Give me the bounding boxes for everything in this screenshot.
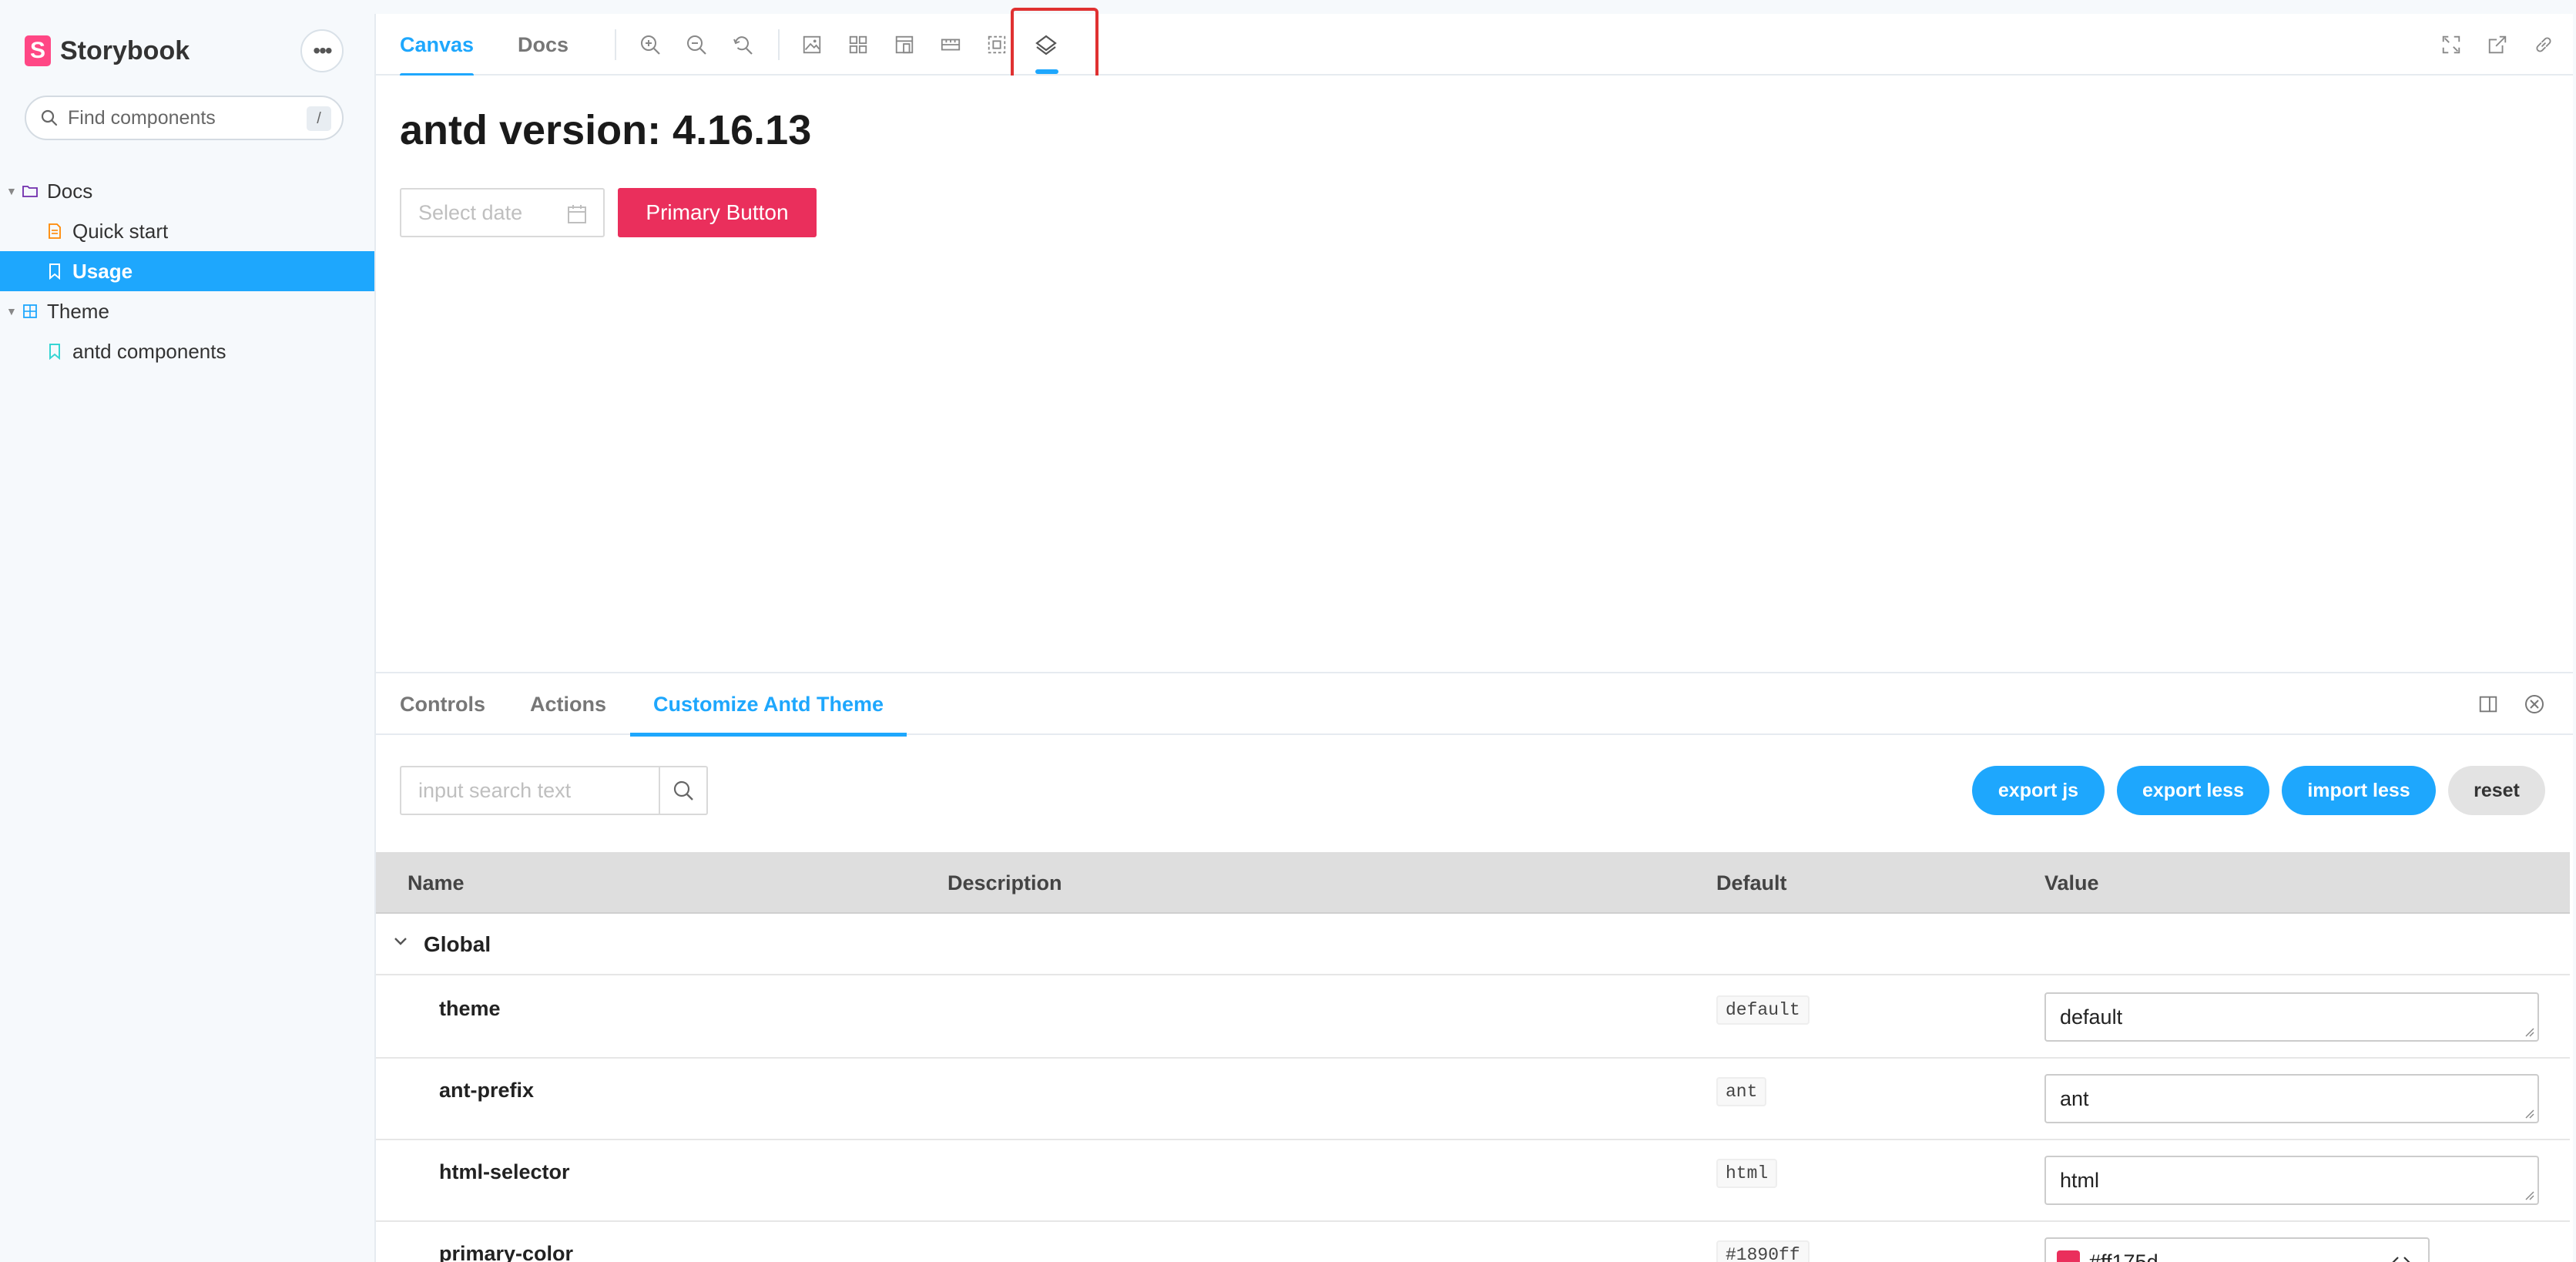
search-icon <box>673 780 693 800</box>
primary-button[interactable]: Primary Button <box>618 188 817 237</box>
column-description: Description <box>948 871 1062 894</box>
value-textarea[interactable]: html <box>2044 1156 2539 1205</box>
export-less-button[interactable]: export less <box>2117 766 2269 815</box>
table-row: ant-prefix ant ant <box>376 1059 2570 1140</box>
expanded-caret-icon: ▼ <box>6 185 17 197</box>
theme-search-button[interactable] <box>659 766 708 815</box>
toolbar-divider <box>615 29 616 60</box>
main-panel: Canvas Docs antd version: 4.16.13 Select… <box>374 8 2573 1262</box>
column-value: Value <box>2044 871 2099 894</box>
export-js-button[interactable]: export js <box>1972 766 2105 815</box>
zoom-reset-icon[interactable] <box>729 31 756 59</box>
storybook-brand[interactable]: S Storybook <box>25 34 190 68</box>
tab-customize-antd-theme[interactable]: Customize Antd Theme <box>629 673 907 737</box>
preview-toolbar: Canvas Docs <box>376 8 2573 99</box>
variable-name: primary-color <box>439 1242 574 1262</box>
value-text: default <box>2060 1005 2123 1029</box>
import-less-button[interactable]: import less <box>2282 766 2436 815</box>
date-picker[interactable]: Select date <box>400 188 605 237</box>
column-default: Default <box>1716 871 1787 894</box>
folder-icon <box>22 183 39 200</box>
value-text: ant <box>2060 1086 2089 1110</box>
story-canvas: antd version: 4.16.13 Select date Primar… <box>376 76 2573 672</box>
bookmark-icon <box>46 263 63 280</box>
bookmark-icon <box>46 343 63 360</box>
open-new-tab-icon[interactable] <box>2484 31 2511 59</box>
group-label: Global <box>424 932 491 956</box>
brand-title: Storybook <box>60 35 190 65</box>
copy-link-icon[interactable] <box>2530 31 2558 59</box>
color-swatch[interactable] <box>2057 1250 2080 1262</box>
ellipsis-icon: ••• <box>313 39 332 62</box>
grid-icon[interactable] <box>844 31 872 59</box>
table-row: theme default default <box>376 977 2570 1059</box>
outline-icon[interactable] <box>983 31 1011 59</box>
toolbar-divider <box>778 29 780 60</box>
sidebar-item-label: antd components <box>72 339 226 363</box>
sidebar-item-label: Docs <box>47 179 93 203</box>
value-textarea[interactable]: default <box>2044 992 2539 1042</box>
table-row: primary-color #1890ff #ff175d <box>376 1222 2570 1262</box>
column-name: Name <box>408 871 465 894</box>
background-image-icon[interactable] <box>798 31 826 59</box>
color-picker[interactable]: #ff175d <box>2044 1237 2430 1262</box>
tab-canvas[interactable]: Canvas <box>400 14 475 77</box>
default-value: #1890ff <box>1716 1240 1810 1262</box>
table-header: Name Description Default Value <box>376 852 2570 914</box>
group-global[interactable]: Global <box>376 914 2570 975</box>
theme-search-input[interactable] <box>418 778 649 803</box>
reset-button[interactable]: reset <box>2448 766 2545 815</box>
tab-controls[interactable]: Controls <box>400 673 485 735</box>
antd-version-heading: antd version: 4.16.13 <box>400 107 812 153</box>
component-grid-icon <box>22 303 39 320</box>
document-icon <box>46 223 63 240</box>
code-toggle-icon[interactable] <box>2390 1251 2413 1262</box>
addon-tabbar: Controls Actions Customize Antd Theme <box>376 673 2573 737</box>
addon-panel: Controls Actions Customize Antd Theme ex… <box>376 672 2573 1262</box>
calendar-icon <box>568 205 586 223</box>
component-search-input[interactable] <box>68 106 283 129</box>
default-value: html <box>1716 1159 1778 1188</box>
panel-orientation-icon[interactable] <box>2474 690 2502 718</box>
value-textarea[interactable]: ant <box>2044 1074 2539 1123</box>
table-row: html-selector html html <box>376 1140 2570 1222</box>
measure-icon[interactable] <box>937 31 964 59</box>
close-panel-icon[interactable] <box>2521 690 2548 718</box>
tab-actions[interactable]: Actions <box>530 673 606 735</box>
search-shortcut-key: / <box>307 106 331 131</box>
sidebar-item-theme[interactable]: ▼ Theme <box>0 291 374 331</box>
resize-grip-icon[interactable] <box>2524 1108 2534 1119</box>
expanded-caret-icon: ▼ <box>6 305 17 317</box>
variable-name: ant-prefix <box>439 1079 535 1102</box>
search-icon <box>41 109 58 126</box>
chevron-down-icon <box>394 938 407 945</box>
sidebar-item-docs[interactable]: ▼ Docs <box>0 171 374 211</box>
sidebar-item-label: Quick start <box>72 219 169 243</box>
default-value: default <box>1716 995 1810 1025</box>
zoom-out-icon[interactable] <box>683 31 710 59</box>
variable-name: theme <box>439 997 501 1020</box>
resize-grip-icon[interactable] <box>2524 1026 2534 1037</box>
storybook-logo-icon: S <box>25 35 51 66</box>
component-search[interactable]: / <box>25 96 344 140</box>
sidebar-item-label: Usage <box>72 259 133 283</box>
variable-name: html-selector <box>439 1160 570 1183</box>
resize-grip-icon[interactable] <box>2524 1190 2534 1200</box>
default-value: ant <box>1716 1077 1767 1106</box>
value-text: html <box>2060 1168 2100 1192</box>
sidebar-menu-button[interactable]: ••• <box>300 29 344 72</box>
sidebar-item-usage[interactable]: Usage <box>0 251 374 291</box>
fullscreen-icon[interactable] <box>2437 31 2465 59</box>
sidebar-item-label: Theme <box>47 299 109 323</box>
sidebar: S Storybook ••• / ▼ Docs Quick start Usa… <box>0 0 374 1262</box>
sidebar-item-antd-components[interactable]: antd components <box>0 331 374 371</box>
sidebar-item-quick-start[interactable]: Quick start <box>0 211 374 251</box>
viewport-icon[interactable] <box>891 31 918 59</box>
date-picker-placeholder: Select date <box>418 200 523 224</box>
tab-docs[interactable]: Docs <box>518 14 569 76</box>
color-hex-text: #ff175d <box>2089 1250 2158 1262</box>
theme-search[interactable] <box>400 766 660 815</box>
zoom-in-icon[interactable] <box>636 31 664 59</box>
